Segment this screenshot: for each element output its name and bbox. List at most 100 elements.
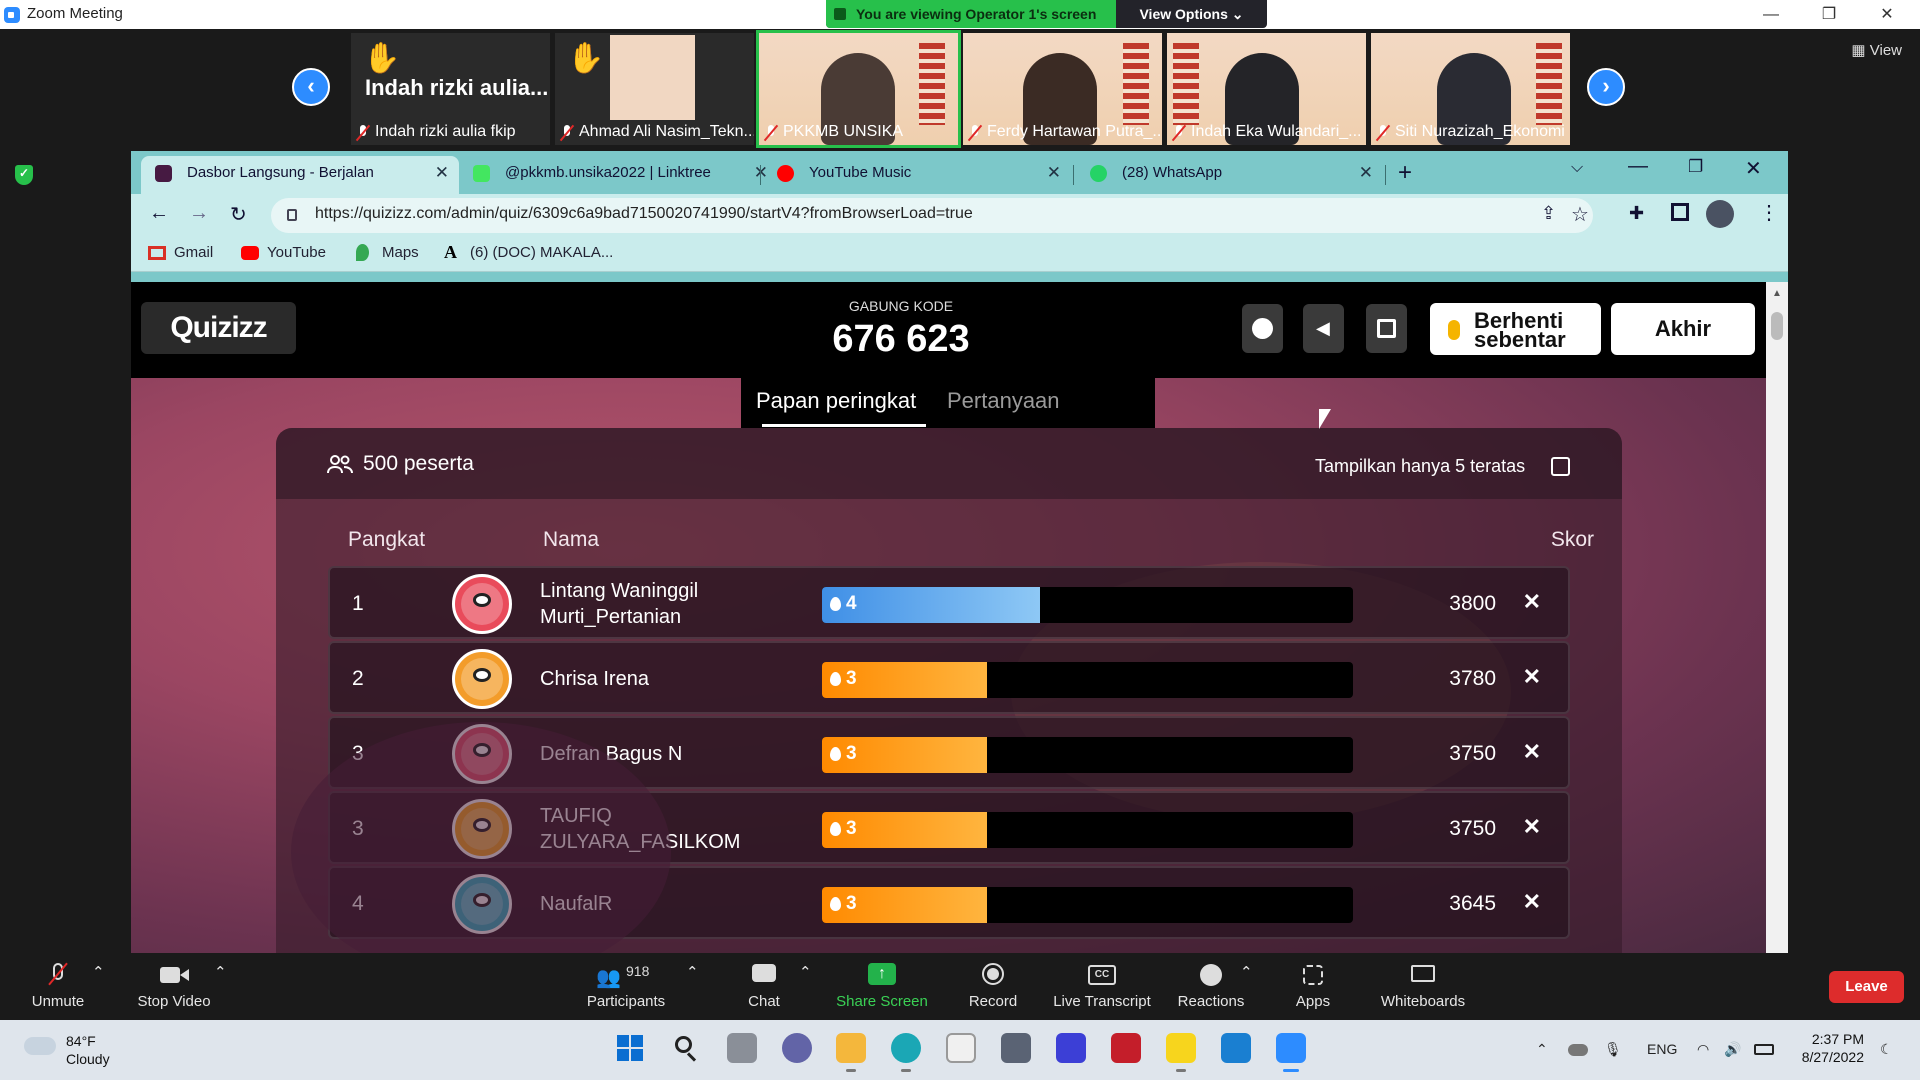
app-icon[interactable] <box>1001 1033 1031 1063</box>
record-button[interactable]: Record <box>963 963 1023 1010</box>
tab-close-icon[interactable]: ✕ <box>1359 156 1373 190</box>
top5-checkbox[interactable] <box>1551 457 1570 476</box>
remove-player-icon[interactable]: ✕ <box>1523 739 1541 765</box>
leaderboard-row[interactable]: 3 Defran Bagus N 3 3750 ✕ <box>328 716 1570 789</box>
close-icon[interactable]: ✕ <box>1864 2 1910 28</box>
theme-palette-button[interactable] <box>1242 304 1283 353</box>
minimize-icon[interactable]: — <box>1748 2 1794 28</box>
side-panel-icon[interactable] <box>1671 203 1689 221</box>
audio-options-chevron-icon[interactable]: ⌃ <box>92 963 105 981</box>
app-icon[interactable] <box>1056 1033 1086 1063</box>
leaderboard-row[interactable]: 3 TAUFIQ ZULYARA_FASILKOM 3 3750 ✕ <box>328 791 1570 864</box>
search-icon[interactable] <box>671 1033 701 1063</box>
bookmark-youtube[interactable]: YouTube <box>241 244 326 261</box>
whiteboards-button[interactable]: Whiteboards <box>1379 963 1467 1010</box>
new-tab-icon[interactable]: + <box>1398 159 1412 187</box>
task-view-icon[interactable] <box>727 1033 757 1063</box>
language-indicator[interactable]: ENG <box>1647 1041 1677 1057</box>
mcafee-icon[interactable] <box>1111 1033 1141 1063</box>
page-scrollbar[interactable]: ▲ <box>1766 282 1788 953</box>
stop-video-button[interactable]: Stop Video <box>134 963 214 1010</box>
wifi-icon[interactable]: ◠ <box>1697 1041 1709 1058</box>
remove-player-icon[interactable]: ✕ <box>1523 814 1541 840</box>
battery-icon[interactable] <box>1754 1044 1774 1055</box>
clock[interactable]: 2:37 PM 8/27/2022 <box>1790 1030 1864 1066</box>
bookmark-maps[interactable]: Maps <box>356 244 419 261</box>
bookmark-academia[interactable]: A (6) (DOC) MAKALA... <box>444 242 613 262</box>
participant-tile[interactable]: ✋ Indah rizki aulia... Indah rizki aulia… <box>351 33 550 145</box>
participant-tile[interactable]: ✋ Ahmad Ali Nasim_Tekn... <box>555 33 754 145</box>
participant-tile[interactable]: Ferdy Hartawan Putra_... <box>963 33 1162 145</box>
scroll-thumb[interactable] <box>1771 312 1783 340</box>
scroll-up-icon[interactable]: ▲ <box>1772 288 1782 299</box>
chat-button[interactable]: Chat <box>742 963 786 1010</box>
tab-youtube-music[interactable]: YouTube Music ✕ <box>763 156 1071 194</box>
forward-icon[interactable]: → <box>189 202 209 225</box>
leaderboard-row[interactable]: 1 Lintang Waninggil Murti_Pertanian 4 3800 ✕ <box>328 566 1570 639</box>
bookmark-gmail[interactable]: Gmail <box>148 244 213 261</box>
share-icon[interactable]: ⇪ <box>1541 203 1556 224</box>
onedrive-icon[interactable] <box>1568 1044 1588 1056</box>
leave-button[interactable]: Leave <box>1829 971 1904 1003</box>
browser-restore-icon[interactable]: ❐ <box>1688 157 1703 177</box>
next-page-icon[interactable]: › <box>1587 68 1625 106</box>
fullscreen-button[interactable] <box>1366 304 1407 353</box>
extensions-icon[interactable]: ✚ <box>1629 203 1644 224</box>
tab-leaderboard[interactable]: Papan peringkat <box>756 388 916 414</box>
reactions-chevron-icon[interactable]: ⌃ <box>1240 963 1253 981</box>
reactions-button[interactable]: Reactions <box>1175 963 1247 1010</box>
view-options-button[interactable]: View Options ⌄ <box>1116 0 1267 28</box>
microsoft-store-icon[interactable] <box>946 1033 976 1063</box>
tab-whatsapp[interactable]: (28) WhatsApp ✕ <box>1076 156 1383 194</box>
chat-chevron-icon[interactable]: ⌃ <box>799 963 812 981</box>
microphone-icon[interactable]: 🎙 <box>1604 1041 1622 1058</box>
remove-player-icon[interactable]: ✕ <box>1523 589 1541 615</box>
tab-search-icon[interactable]: ⌵ <box>1571 159 1583 177</box>
share-screen-button[interactable]: ↑ Share Screen <box>834 963 930 1010</box>
tab-linktree[interactable]: @pkkmb.unsika2022 | Linktree ✕ <box>459 156 778 194</box>
security-shield-icon[interactable] <box>15 165 33 185</box>
address-bar[interactable]: https://quizizz.com/admin/quiz/6309c6a9b… <box>271 198 1593 233</box>
tray-chevron-icon[interactable]: ⌃ <box>1536 1041 1548 1058</box>
tab-close-icon[interactable]: ✕ <box>1047 156 1061 190</box>
participant-tile[interactable]: Indah Eka Wulandari_... <box>1167 33 1366 145</box>
pause-button[interactable]: Berhenti sebentar <box>1430 303 1601 355</box>
bookmark-star-icon[interactable]: ☆ <box>1571 202 1589 227</box>
participant-tile-active[interactable]: PKKMB UNSIKA <box>756 30 961 148</box>
browser-close-icon[interactable]: ✕ <box>1745 156 1762 181</box>
maximize-icon[interactable]: ❐ <box>1806 2 1852 28</box>
weather-widget[interactable]: 84°F Cloudy <box>66 1032 110 1068</box>
unmute-button[interactable]: Unmute <box>28 962 88 1010</box>
reload-icon[interactable]: ↻ <box>230 202 247 227</box>
file-explorer-icon[interactable] <box>836 1033 866 1072</box>
back-icon[interactable]: ← <box>149 202 169 225</box>
sound-button[interactable]: ◀ <box>1303 304 1344 353</box>
zoom-app-icon[interactable] <box>1276 1033 1306 1072</box>
photos-icon[interactable] <box>1221 1033 1251 1063</box>
browser-minimize-icon[interactable]: — <box>1628 155 1648 178</box>
view-button[interactable]: ▦ View <box>1851 41 1902 59</box>
tab-close-icon[interactable]: ✕ <box>435 156 449 190</box>
prev-page-icon[interactable]: ‹ <box>292 68 330 106</box>
apps-button[interactable]: Apps <box>1291 963 1335 1010</box>
tab-questions[interactable]: Pertanyaan <box>947 388 1060 414</box>
participants-button[interactable]: 👥 918 Participants <box>582 963 670 1010</box>
volume-icon[interactable]: 🔊 <box>1724 1041 1741 1058</box>
leaderboard-row[interactable]: 2 Chrisa Irena 3 3780 ✕ <box>328 641 1570 714</box>
start-menu-icon[interactable] <box>615 1033 645 1063</box>
live-transcript-button[interactable]: CC Live Transcript <box>1050 963 1154 1010</box>
edge-icon[interactable] <box>891 1033 921 1072</box>
remove-player-icon[interactable]: ✕ <box>1523 889 1541 915</box>
leaderboard-row[interactable]: 4 NaufalR 3 3645 ✕ <box>328 866 1570 939</box>
participants-chevron-icon[interactable]: ⌃ <box>686 963 699 981</box>
end-button[interactable]: Akhir <box>1611 303 1755 355</box>
tab-dasbor[interactable]: Dasbor Langsung - Berjalan ✕ <box>141 156 459 194</box>
video-options-chevron-icon[interactable]: ⌃ <box>214 963 227 981</box>
participant-tile[interactable]: Siti Nurazizah_Ekonomi <box>1371 33 1570 145</box>
profile-avatar[interactable] <box>1706 200 1734 228</box>
browser-menu-icon[interactable]: ⋮ <box>1759 200 1779 225</box>
remove-player-icon[interactable]: ✕ <box>1523 664 1541 690</box>
notification-icon[interactable]: ☾ <box>1880 1041 1893 1058</box>
teams-chat-icon[interactable] <box>782 1033 812 1063</box>
sticky-notes-icon[interactable] <box>1166 1033 1196 1072</box>
